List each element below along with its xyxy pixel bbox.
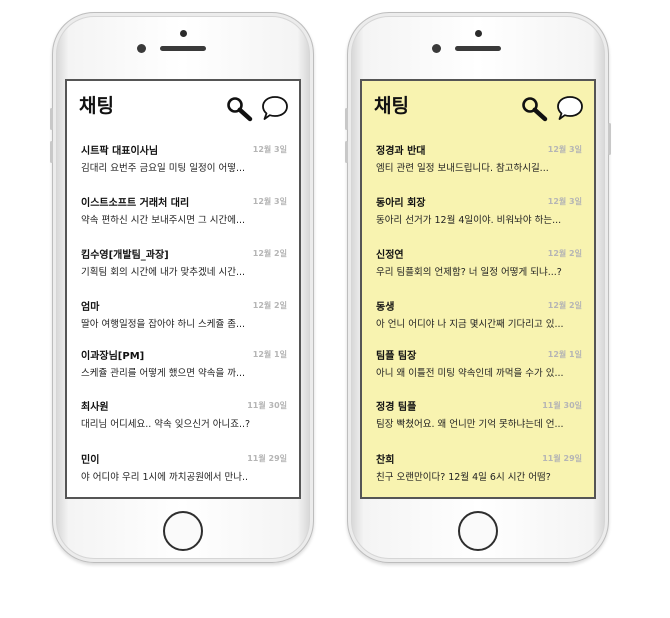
- chat-bubble-icon[interactable]: [261, 94, 289, 122]
- page-title: 채팅: [374, 95, 409, 117]
- chat-date: 12월 3일: [547, 197, 582, 206]
- chat-preview: 야 어디야 우리 1시에 까치공원에서 만나..: [81, 472, 249, 483]
- volume-down-button: [345, 141, 348, 163]
- chat-date: 12월 2일: [547, 249, 582, 258]
- phone-left: 채팅 시트팍 대표이사님 12월 3일 김대리 요번주 금요일 미팅 일정이 어…: [50, 12, 314, 563]
- chat-preview: 동아리 선거가 12월 4일이야. 비워놔야 하는...: [376, 215, 562, 226]
- chat-item[interactable]: 이과장님[PM] 12월 1일 스케쥴 관리를 어떻게 했으면 약속을 까...: [67, 344, 299, 388]
- chat-name: 팀플 팀장: [376, 351, 417, 362]
- earpiece-speaker: [455, 46, 501, 51]
- chat-preview: 약속 편하신 시간 보내주시면 그 시간에...: [81, 215, 245, 226]
- chat-name: 정경과 반대: [376, 146, 426, 157]
- chat-date: 12월 2일: [547, 301, 582, 310]
- chat-item[interactable]: 팀플 팀장 12월 1일 아니 왜 이틀전 미팅 약속인데 까먹을 수가 있..…: [362, 344, 594, 388]
- chat-preview: 딸아 여행일정을 잡아야 하니 스케쥴 좀...: [81, 319, 245, 330]
- chat-preview: 김대리 요번주 금요일 미팅 일정이 어떻...: [81, 163, 245, 174]
- chat-date: 12월 2일: [252, 301, 287, 310]
- search-icon[interactable]: [225, 95, 253, 123]
- chat-item[interactable]: 킴수영[개발팀_과장] 12월 2일 기획팀 회의 시간에 내가 맞추겠네 시간…: [67, 243, 299, 287]
- chat-list-screen-left: 채팅 시트팍 대표이사님 12월 3일 김대리 요번주 금요일 미팅 일정이 어…: [65, 79, 301, 499]
- search-icon[interactable]: [520, 95, 548, 123]
- chat-date: 12월 3일: [252, 197, 287, 206]
- chat-item[interactable]: 민이 11월 29일 야 어디야 우리 1시에 까치공원에서 만나..: [67, 448, 299, 492]
- home-button[interactable]: [458, 511, 498, 551]
- chat-item[interactable]: 시트팍 대표이사님 12월 3일 김대리 요번주 금요일 미팅 일정이 어떻..…: [67, 139, 299, 183]
- front-camera: [432, 44, 441, 53]
- home-button[interactable]: [163, 511, 203, 551]
- chat-name: 최사원: [81, 402, 109, 413]
- chat-item[interactable]: 정경과 반대 12월 3일 엠티 관련 일정 보내드립니다. 참고하시길...: [362, 139, 594, 183]
- chat-date: 12월 2일: [252, 249, 287, 258]
- page-title: 채팅: [79, 95, 114, 117]
- chat-item[interactable]: 엄마 12월 2일 딸아 여행일정을 잡아야 하니 스케쥴 좀...: [67, 295, 299, 339]
- volume-up-button: [345, 108, 348, 130]
- chat-name: 킴수영[개발팀_과장]: [81, 250, 169, 261]
- front-sensor: [180, 30, 187, 37]
- chat-preview: 기획팀 회의 시간에 내가 맞추겠네 시간...: [81, 267, 245, 278]
- chat-date: 12월 3일: [252, 145, 287, 154]
- chat-item[interactable]: 이스트소프트 거래처 대리 12월 3일 약속 편하신 시간 보내주시면 그 시…: [67, 191, 299, 235]
- chat-name: 신정연: [376, 250, 404, 261]
- chat-preview: 친구 오랜만이다? 12월 4일 6시 시간 어떰?: [376, 472, 551, 483]
- chat-date: 11월 29일: [247, 454, 287, 463]
- chat-item[interactable]: 동아리 회장 12월 3일 동아리 선거가 12월 4일이야. 비워놔야 하는.…: [362, 191, 594, 235]
- chat-name: 동생: [376, 302, 395, 313]
- chat-item[interactable]: 동생 12월 2일 아 언니 어디야 나 지금 몇시간째 기다리고 있...: [362, 295, 594, 339]
- chat-preview: 엠티 관련 일정 보내드립니다. 참고하시길...: [376, 163, 549, 174]
- chat-preview: 우리 팀플회의 언제함? 너 일정 어떻게 되냐...?: [376, 267, 562, 278]
- chat-date: 12월 3일: [547, 145, 582, 154]
- front-camera: [137, 44, 146, 53]
- chat-item[interactable]: 찬희 11월 29일 친구 오랜만이다? 12월 4일 6시 시간 어떰?: [362, 448, 594, 492]
- volume-up-button: [50, 108, 53, 130]
- chat-date: 11월 30일: [247, 401, 287, 410]
- front-sensor: [475, 30, 482, 37]
- chat-item[interactable]: 정경 팀플 11월 30일 팀장 빡쳤어요. 왜 언니만 기억 못하냐는데 언.…: [362, 395, 594, 439]
- earpiece-speaker: [160, 46, 206, 51]
- chat-preview: 아 언니 어디야 나 지금 몇시간째 기다리고 있...: [376, 319, 564, 330]
- chat-item[interactable]: 최사원 11월 30일 대리님 어디세요.. 약속 잊으신거 아니죠..?: [67, 395, 299, 439]
- chat-date: 11월 29일: [542, 454, 582, 463]
- power-button: [608, 123, 611, 155]
- chat-date: 12월 1일: [547, 350, 582, 359]
- chat-name: 민이: [81, 455, 100, 466]
- chat-name: 이과장님[PM]: [81, 351, 145, 362]
- chat-preview: 팀장 빡쳤어요. 왜 언니만 기억 못하냐는데 언...: [376, 419, 564, 430]
- chat-preview: 스케쥴 관리를 어떻게 했으면 약속을 까...: [81, 368, 245, 379]
- chat-preview: 대리님 어디세요.. 약속 잊으신거 아니죠..?: [81, 419, 251, 430]
- phone-right: 채팅 정경과 반대 12월 3일 엠티 관련 일정 보내드립니다. 참고하시길.…: [345, 12, 611, 563]
- chat-list-screen-right: 채팅 정경과 반대 12월 3일 엠티 관련 일정 보내드립니다. 참고하시길.…: [360, 79, 596, 499]
- volume-down-button: [50, 141, 53, 163]
- chat-name: 정경 팀플: [376, 402, 417, 413]
- chat-name: 동아리 회장: [376, 198, 426, 209]
- chat-item[interactable]: 신정연 12월 2일 우리 팀플회의 언제함? 너 일정 어떻게 되냐...?: [362, 243, 594, 287]
- chat-bubble-icon[interactable]: [556, 94, 584, 122]
- chat-date: 12월 1일: [252, 350, 287, 359]
- chat-preview: 아니 왜 이틀전 미팅 약속인데 까먹을 수가 있...: [376, 368, 564, 379]
- chat-date: 11월 30일: [542, 401, 582, 410]
- chat-name: 시트팍 대표이사님: [81, 146, 159, 157]
- chat-name: 이스트소프트 거래처 대리: [81, 198, 190, 209]
- chat-name: 찬희: [376, 455, 395, 466]
- chat-name: 엄마: [81, 302, 100, 313]
